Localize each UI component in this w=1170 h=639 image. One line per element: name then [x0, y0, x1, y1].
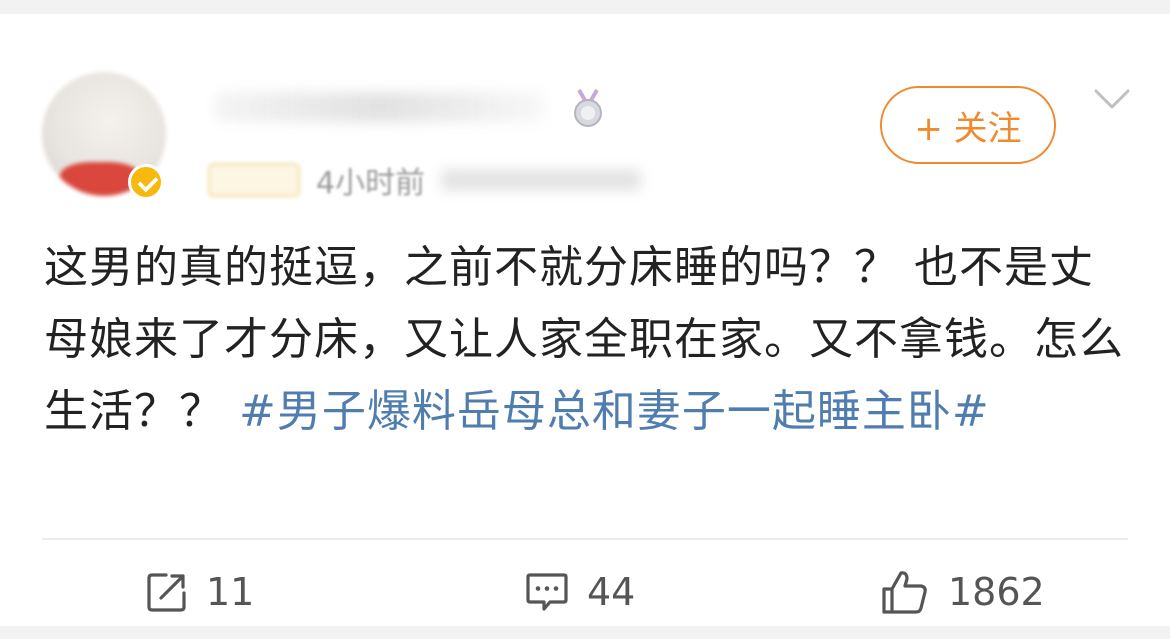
repost-count: 11	[206, 570, 255, 614]
chevron-down-icon[interactable]	[1094, 88, 1130, 110]
weibo-post-card: 4小时前 + 关注 这男的真的挺逗，之前不就分床睡的吗？？ 也不是丈母娘来了才分…	[0, 14, 1170, 626]
like-count: 1862	[948, 570, 1045, 614]
comment-button[interactable]: 44	[525, 564, 635, 620]
post-text: 这男的真的挺逗，之前不就分床睡的吗？？ 也不是丈母娘来了才分床，又让人家全职在家…	[44, 232, 1134, 448]
thumbs-up-icon	[882, 571, 927, 614]
post-meta: 4小时前	[208, 160, 642, 201]
follow-button[interactable]: + 关注	[880, 86, 1056, 164]
repost-button[interactable]: 11	[146, 564, 254, 620]
medal-icon	[574, 88, 602, 127]
divider	[42, 538, 1128, 540]
like-button[interactable]: 1862	[880, 564, 1045, 620]
share-icon	[147, 573, 186, 612]
topic-link[interactable]: #男子爆料岳母总和妻子一起睡主卧#	[239, 386, 990, 437]
post-source	[441, 169, 642, 191]
comment-icon	[526, 573, 568, 611]
username-blurred[interactable]	[215, 92, 545, 122]
identity-tag	[208, 163, 300, 197]
verified-badge-icon	[128, 164, 164, 200]
comment-count: 44	[587, 570, 636, 614]
post-time: 4小时前	[316, 166, 426, 201]
